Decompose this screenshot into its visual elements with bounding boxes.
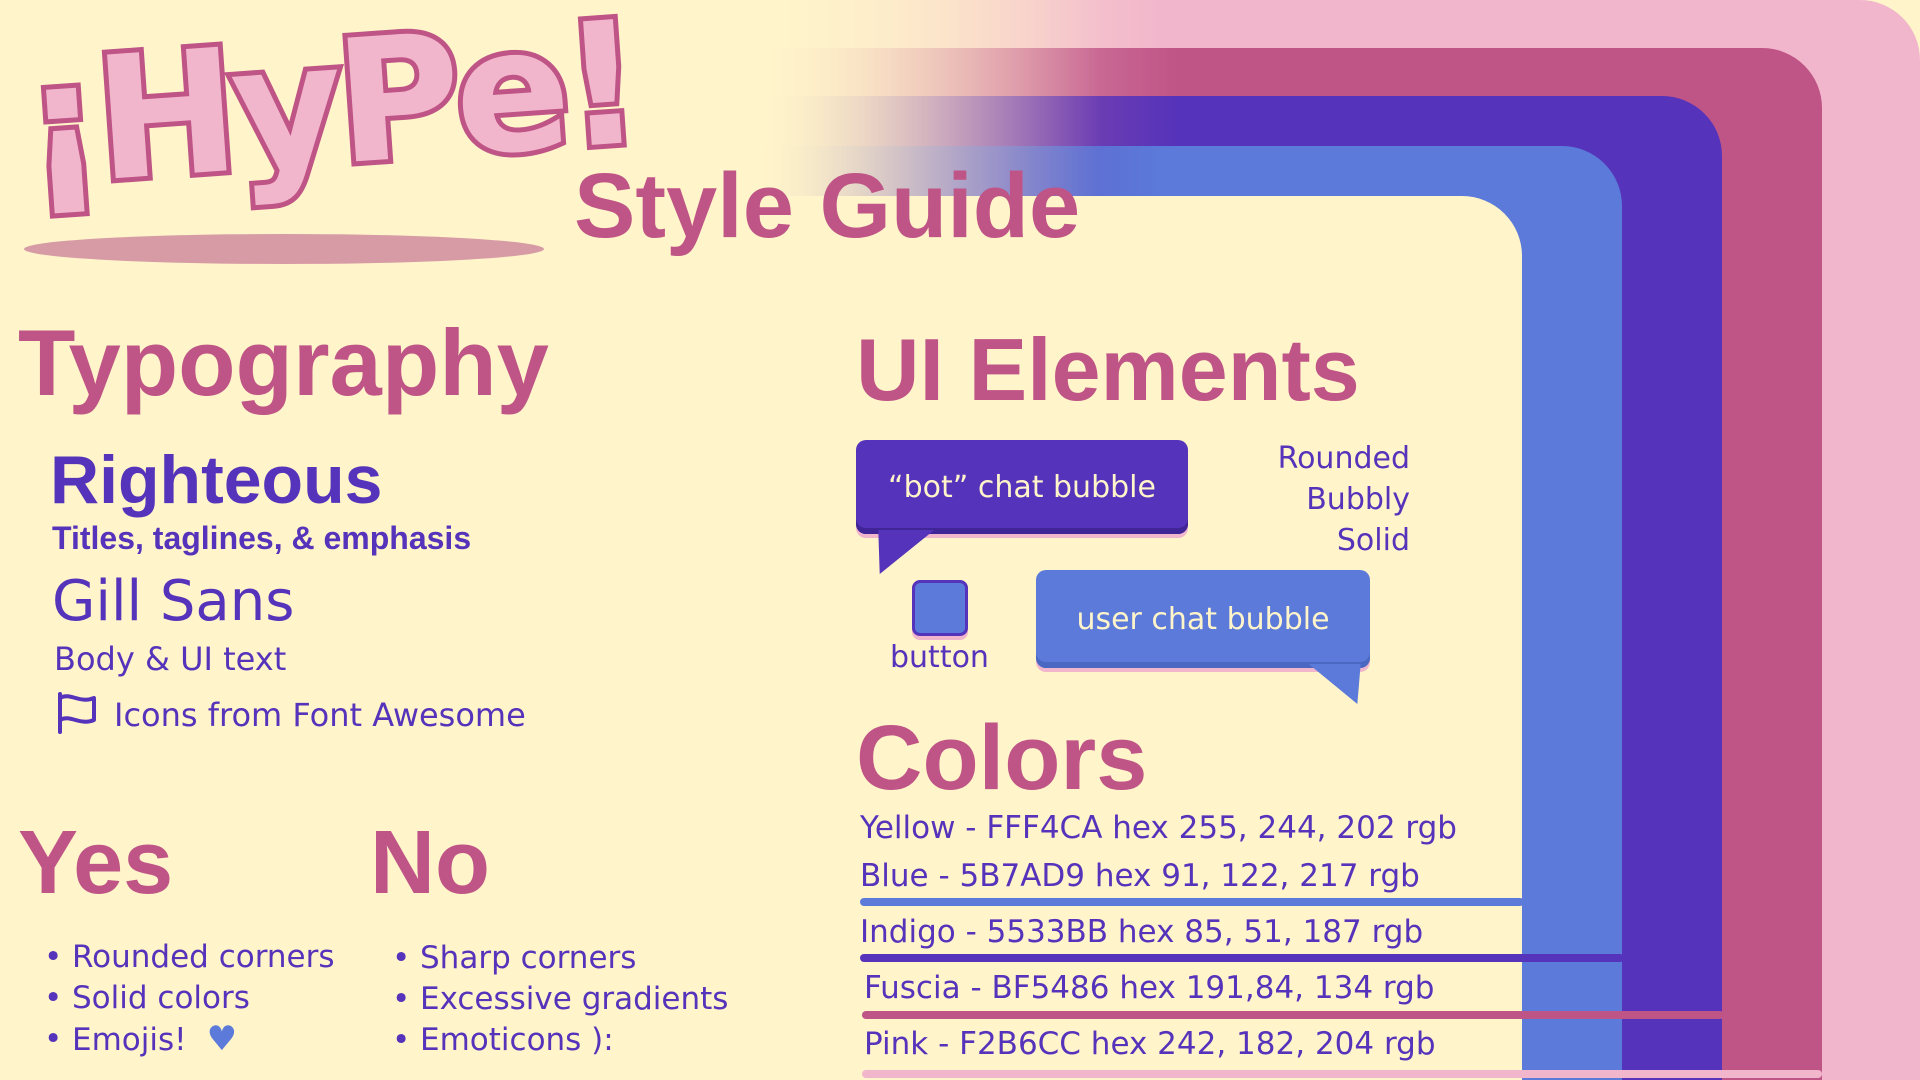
indigo-swatch-line xyxy=(860,954,1624,962)
color-pink: Pink - F2B6CC hex 242, 182, 204 rgb xyxy=(864,1026,1436,1062)
no-heading: No xyxy=(370,813,490,913)
style-word: Solid xyxy=(1336,523,1410,558)
color-indigo: Indigo - 5533BB hex 85, 51, 187 rgb xyxy=(860,914,1424,950)
sample-button[interactable] xyxy=(912,580,968,636)
blue-swatch-line xyxy=(860,898,1524,906)
ui-style-words: Rounded Bubbly Solid xyxy=(1240,438,1410,561)
button-label: button xyxy=(890,640,989,675)
color-fuscia: Fuscia - BF5486 hex 191,84, 134 rgb xyxy=(864,970,1435,1006)
yes-heading: Yes xyxy=(18,813,174,913)
color-yellow: Yellow - FFF4CA hex 255, 244, 202 rgb xyxy=(860,810,1457,846)
icons-source-label: Icons from Font Awesome xyxy=(114,696,526,734)
page-subtitle: Style Guide xyxy=(574,155,1081,257)
colors-heading: Colors xyxy=(856,707,1148,809)
user-chat-bubble: user chat bubble xyxy=(1036,570,1370,668)
list-item: Rounded corners xyxy=(20,937,335,978)
color-blue: Blue - 5B7AD9 hex 91, 122, 217 rgb xyxy=(860,858,1420,894)
list-item: Excessive gradients xyxy=(368,979,728,1020)
list-item: Sharp corners xyxy=(368,938,728,979)
no-list: Sharp corners Excessive gradients Emotic… xyxy=(368,938,728,1061)
primary-font-name: Righteous xyxy=(50,442,383,518)
list-item: Emoticons ): xyxy=(368,1020,728,1061)
hype-logo: ¡HyPe! xyxy=(13,0,647,230)
pink-swatch-line xyxy=(862,1070,1822,1078)
secondary-font-usage: Body & UI text xyxy=(54,640,287,678)
fuscia-swatch-line xyxy=(862,1011,1724,1019)
style-word: Bubbly xyxy=(1306,482,1410,517)
ui-elements-heading: UI Elements xyxy=(856,320,1360,419)
list-item: Emojis!♥ xyxy=(20,1019,335,1060)
primary-font-usage: Titles, taglines, & emphasis xyxy=(52,520,472,556)
style-word: Rounded xyxy=(1277,441,1410,476)
logo-shadow xyxy=(24,234,544,264)
typography-heading: Typography xyxy=(18,310,549,415)
secondary-font-name: Gill Sans xyxy=(52,569,295,634)
yes-list: Rounded corners Solid colors Emojis!♥ xyxy=(20,937,335,1060)
bot-chat-bubble: “bot” chat bubble xyxy=(856,440,1188,534)
list-item: Solid colors xyxy=(20,978,335,1019)
flag-icon xyxy=(58,692,96,734)
heart-icon: ♥ xyxy=(206,1019,238,1059)
